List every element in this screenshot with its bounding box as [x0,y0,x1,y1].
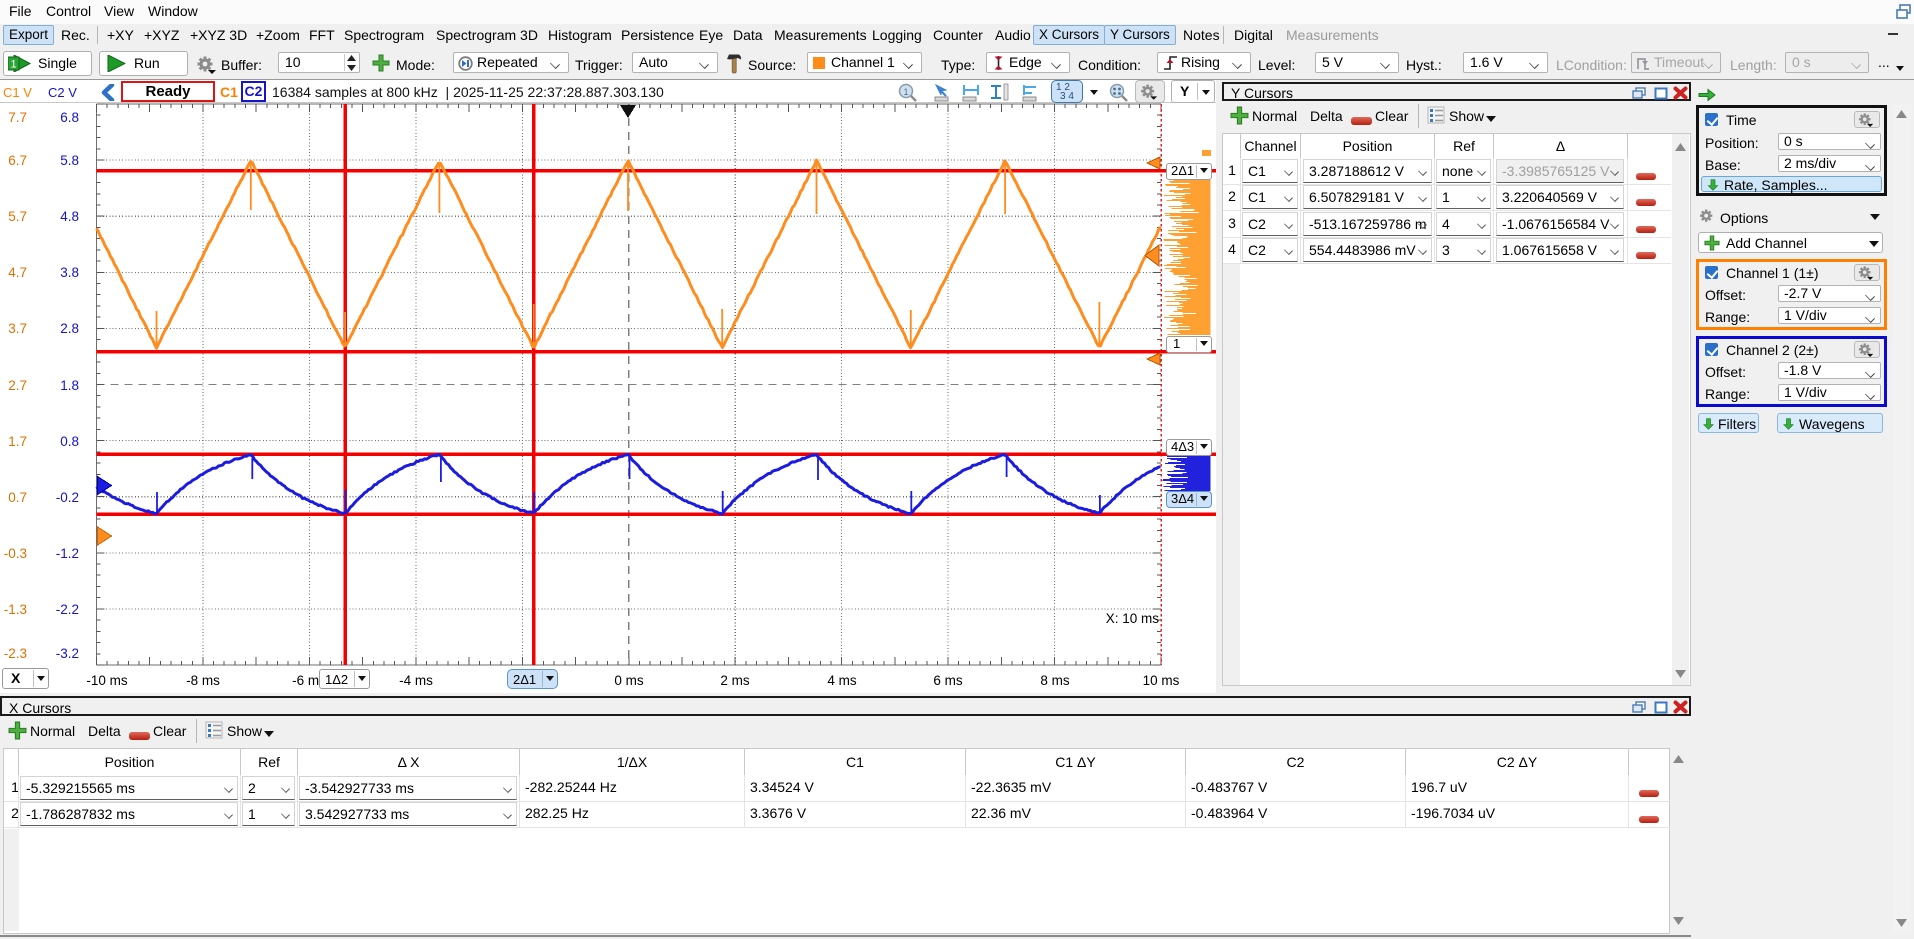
svg-text:3.7: 3.7 [8,321,27,336]
svg-text:8 ms: 8 ms [1040,673,1070,688]
svg-text:1: 1 [10,59,16,71]
svg-text:3.8: 3.8 [60,265,79,280]
svg-text:2.8: 2.8 [60,321,79,336]
svg-text:1.8: 1.8 [60,378,79,393]
svg-text:-1.2: -1.2 [56,546,79,561]
svg-text:5.8: 5.8 [60,153,79,168]
svg-text:6.8: 6.8 [60,110,79,125]
svg-text:5.7: 5.7 [8,209,27,224]
svg-text:10 ms: 10 ms [1143,673,1180,688]
svg-text:0.7: 0.7 [8,490,27,505]
svg-text:4 ms: 4 ms [827,673,857,688]
svg-text:-4 ms: -4 ms [399,673,433,688]
svg-text:-2.2: -2.2 [56,602,79,617]
svg-text:-0.2: -0.2 [56,490,79,505]
svg-text:-2.3: -2.3 [4,646,27,661]
svg-text:-10 ms: -10 ms [86,673,128,688]
svg-text:1.7: 1.7 [8,434,27,449]
svg-text:-3.2: -3.2 [56,646,79,661]
svg-text:4.7: 4.7 [8,265,27,280]
svg-text:-1.3: -1.3 [4,602,27,617]
svg-text:-0.3: -0.3 [4,546,27,561]
svg-text:6.7: 6.7 [8,153,27,168]
svg-text:X: 10 ms: X: 10 ms [1106,611,1160,626]
svg-text:2 ms: 2 ms [720,673,750,688]
svg-text:7.7: 7.7 [8,110,27,125]
svg-text:4.8: 4.8 [60,209,79,224]
svg-text:-8 ms: -8 ms [186,673,220,688]
svg-text:0 ms: 0 ms [614,673,644,688]
svg-text:2.7: 2.7 [8,378,27,393]
svg-text:6 ms: 6 ms [933,673,963,688]
svg-text:0.8: 0.8 [60,434,79,449]
